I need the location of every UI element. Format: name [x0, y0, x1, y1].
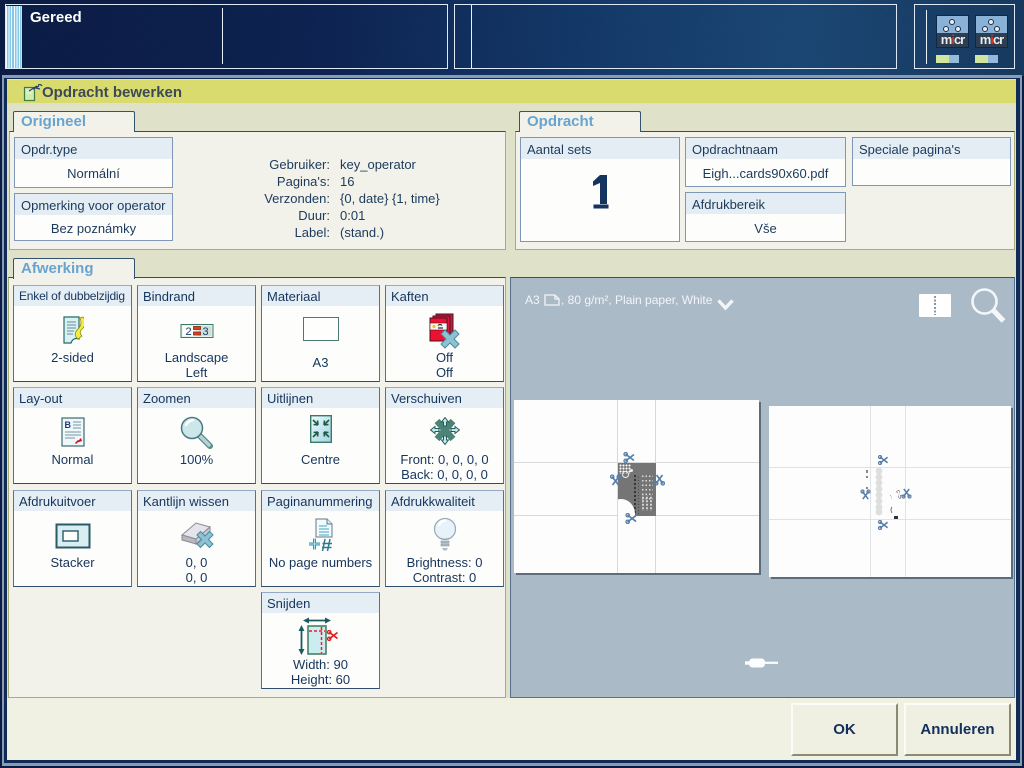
svg-text:B: B: [64, 420, 71, 430]
svg-text:,..: ,..: [888, 494, 895, 500]
svg-text:2: 2: [185, 326, 191, 338]
svg-text:3: 3: [202, 326, 208, 338]
